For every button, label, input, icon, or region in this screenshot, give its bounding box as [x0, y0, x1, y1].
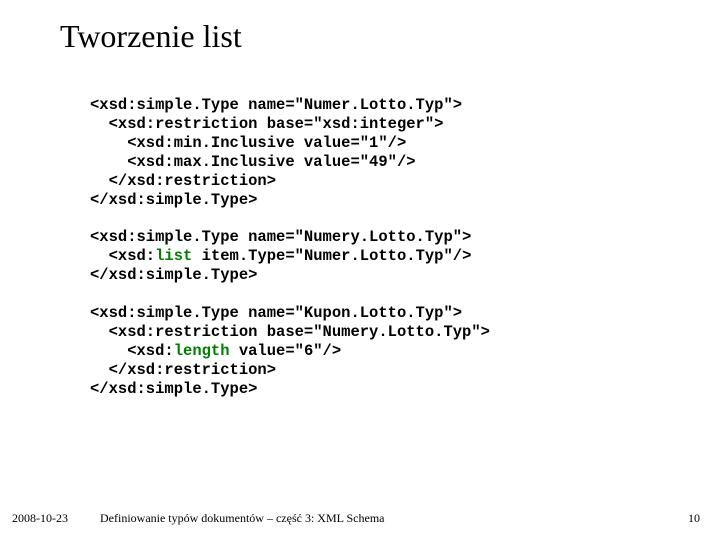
code-line: <xsd:length value="6"/>	[90, 342, 341, 360]
code-line: <xsd:max.Inclusive value="49"/>	[90, 153, 416, 171]
code-line: </xsd:simple.Type>	[90, 266, 257, 284]
code-block: <xsd:simple.Type name="Numer.Lotto.Typ">…	[90, 96, 490, 399]
code-line: <xsd:min.Inclusive value="1"/>	[90, 134, 406, 152]
code-frag: <xsd:	[90, 342, 174, 360]
code-line: </xsd:simple.Type>	[90, 380, 257, 398]
code-line: <xsd:restriction base="Numery.Lotto.Typ"…	[90, 323, 490, 341]
code-keyword: list	[155, 247, 192, 265]
code-keyword: length	[174, 342, 230, 360]
code-frag: value="6"/>	[230, 342, 342, 360]
slide: Tworzenie list <xsd:simple.Type name="Nu…	[0, 0, 720, 540]
code-line: </xsd:restriction>	[90, 172, 276, 190]
page-title: Tworzenie list	[60, 18, 242, 55]
code-line: <xsd:restriction base="xsd:integer">	[90, 115, 443, 133]
code-line: <xsd:simple.Type name="Kupon.Lotto.Typ">	[90, 304, 462, 322]
footer-title: Definiowanie typów dokumentów – część 3:…	[100, 511, 384, 526]
code-line: </xsd:restriction>	[90, 361, 276, 379]
code-frag: item.Type="Numer.Lotto.Typ"/>	[192, 247, 471, 265]
code-frag: <xsd:	[90, 247, 155, 265]
code-line: </xsd:simple.Type>	[90, 191, 257, 209]
code-line: <xsd:list item.Type="Numer.Lotto.Typ"/>	[90, 247, 471, 265]
footer-page-number: 10	[688, 511, 700, 526]
code-line: <xsd:simple.Type name="Numer.Lotto.Typ">	[90, 96, 462, 114]
footer-date: 2008-10-23	[12, 511, 68, 526]
code-line: <xsd:simple.Type name="Numery.Lotto.Typ"…	[90, 228, 471, 246]
